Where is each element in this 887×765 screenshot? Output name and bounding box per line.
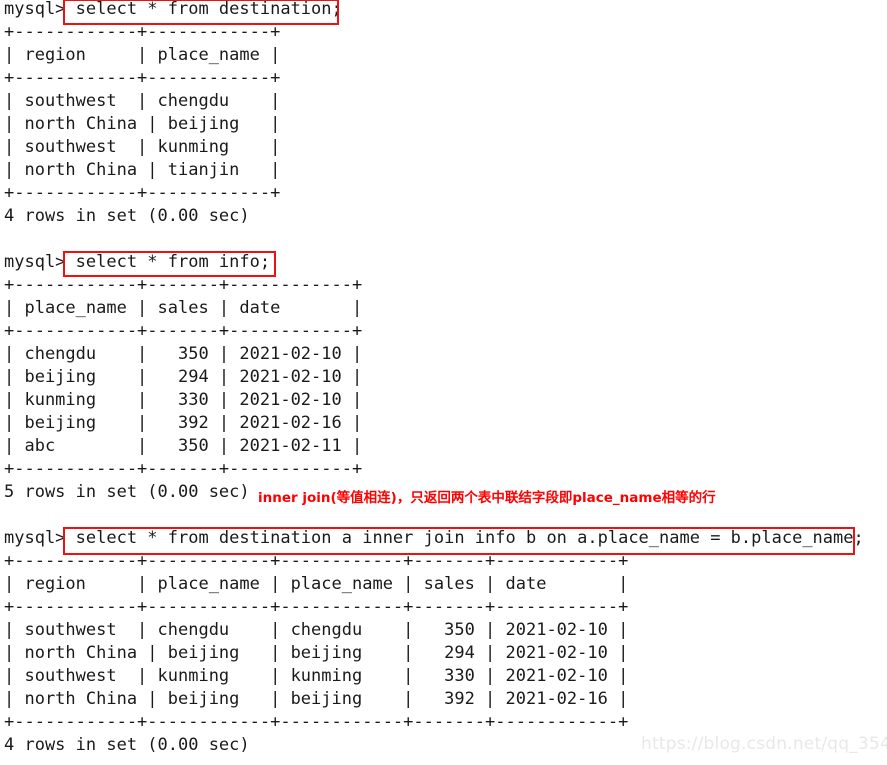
inner-join-annotation: inner join(等值相连)，只返回两个表中联结字段即place_name相… [258, 490, 716, 506]
console-output: mysql> select * from destination; +-----… [4, 0, 864, 755]
watermark: https://blog.csdn.net/qq_35456705 [641, 734, 887, 754]
mysql-terminal-window: mysql> select * from destination; +-----… [0, 0, 887, 765]
